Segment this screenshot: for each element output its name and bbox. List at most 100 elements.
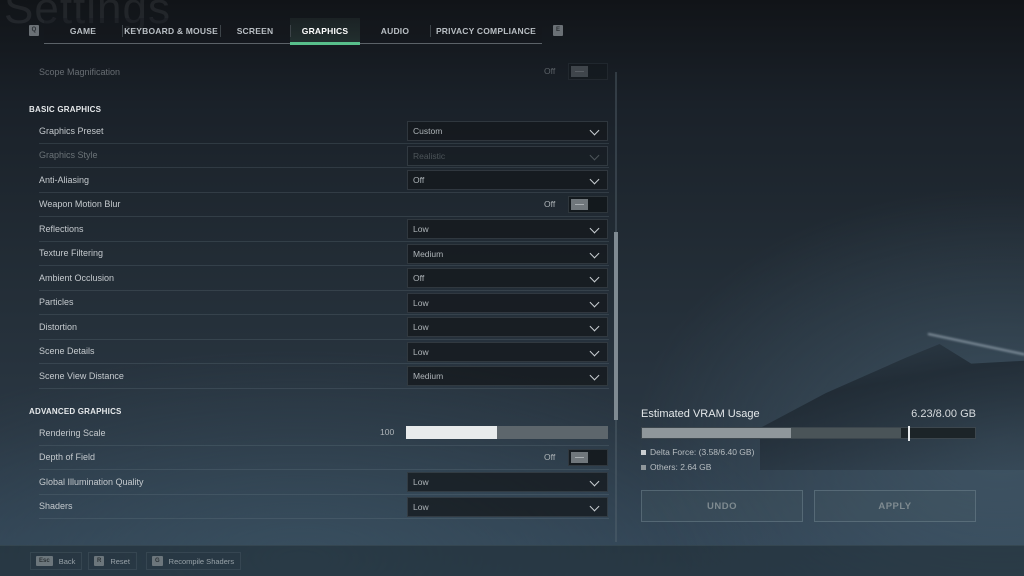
slider-fill bbox=[406, 426, 497, 439]
setting-row-depth-of-field: Depth of Field Off bbox=[39, 446, 609, 470]
next-tab-key-hint[interactable]: E bbox=[553, 25, 563, 36]
dropdown-value: Low bbox=[413, 346, 429, 357]
toggle-knob bbox=[571, 198, 588, 210]
vram-segment-game bbox=[642, 428, 792, 438]
scene-view-distance-dropdown[interactable]: Medium bbox=[407, 366, 608, 386]
setting-row-graphics-preset: Graphics Preset Custom bbox=[39, 119, 609, 144]
apply-button[interactable]: APPLY bbox=[814, 490, 976, 522]
setting-label: Global Illumination Quality bbox=[39, 476, 144, 487]
dropdown-value: Medium bbox=[413, 248, 444, 259]
setting-row-texture-filtering: Texture Filtering Medium bbox=[39, 242, 609, 266]
legend-swatch-game bbox=[641, 449, 646, 455]
chevron-down-icon bbox=[589, 501, 600, 511]
dropdown-value: Custom bbox=[413, 126, 443, 136]
chevron-down-icon bbox=[589, 125, 600, 136]
setting-row-ambient-occlusion: Ambient Occlusion Off bbox=[39, 266, 609, 291]
esc-key-icon: Esc bbox=[36, 556, 53, 566]
ambient-occlusion-dropdown[interactable]: Off bbox=[407, 268, 608, 288]
recompile-shaders-hint-button[interactable]: G Recompile Shaders bbox=[146, 552, 242, 570]
dropdown-value: Realistic bbox=[413, 150, 446, 161]
tab-audio[interactable]: AUDIO bbox=[360, 18, 430, 43]
vram-usage-bar bbox=[641, 426, 976, 441]
toggle-value: Off bbox=[544, 66, 556, 76]
chevron-down-icon bbox=[589, 321, 600, 332]
tab-keyboard-mouse[interactable]: KEYBOARD & MOUSE bbox=[122, 18, 220, 43]
tab-game[interactable]: GAME bbox=[44, 18, 122, 43]
setting-row-reflections: Reflections Low bbox=[39, 217, 609, 242]
dropdown-value: Medium bbox=[413, 371, 444, 381]
setting-label: Scope Magnification bbox=[39, 67, 121, 77]
setting-label: Ambient Occlusion bbox=[39, 272, 115, 283]
scene-details-dropdown[interactable]: Low bbox=[407, 341, 608, 362]
shaders-dropdown[interactable]: Low bbox=[407, 496, 608, 517]
chevron-down-icon bbox=[589, 297, 600, 307]
hint-label: Reset bbox=[110, 556, 130, 566]
texture-filtering-dropdown[interactable]: Medium bbox=[407, 243, 608, 264]
vram-usage-total: 6.23/8.00 GB bbox=[911, 408, 976, 420]
reflections-dropdown[interactable]: Low bbox=[407, 219, 608, 239]
setting-row-particles: Particles Low bbox=[39, 291, 609, 315]
setting-label: Graphics Preset bbox=[39, 125, 104, 136]
tab-graphics[interactable]: GRAPHICS bbox=[290, 18, 360, 45]
chevron-down-icon bbox=[589, 346, 600, 356]
scope-magnification-toggle[interactable] bbox=[568, 63, 608, 80]
hint-label: Recompile Shaders bbox=[168, 556, 235, 566]
toggle-knob bbox=[571, 66, 588, 77]
setting-row-scene-view-distance: Scene View Distance Medium bbox=[39, 364, 609, 389]
prev-tab-key-hint[interactable]: Q bbox=[29, 25, 39, 36]
global-illumination-quality-dropdown[interactable]: Low bbox=[407, 472, 608, 492]
setting-label: Distortion bbox=[39, 321, 78, 332]
undo-button[interactable]: UNDO bbox=[641, 490, 803, 522]
chevron-down-icon bbox=[589, 174, 600, 185]
setting-row-rendering-scale: Rendering Scale 100 bbox=[39, 421, 609, 446]
chevron-down-icon bbox=[589, 150, 600, 160]
graphics-preset-dropdown[interactable]: Custom bbox=[407, 121, 608, 141]
weapon-motion-blur-toggle[interactable] bbox=[568, 195, 608, 213]
vram-usage-title: Estimated VRAM Usage bbox=[641, 408, 760, 420]
vram-legend-others: Others: 2.64 GB bbox=[641, 462, 711, 472]
setting-label: Anti-Aliasing bbox=[39, 174, 90, 185]
scrollbar-thumb[interactable] bbox=[614, 231, 618, 420]
hint-label: Back bbox=[58, 556, 76, 566]
anti-aliasing-dropdown[interactable]: Off bbox=[407, 170, 608, 190]
setting-row-shaders: Shaders Low bbox=[39, 495, 609, 519]
setting-label: Scene Details bbox=[39, 346, 95, 357]
setting-row-weapon-motion-blur: Weapon Motion Blur Off bbox=[39, 193, 609, 217]
setting-row-graphics-style: Graphics Style Realistic bbox=[39, 144, 609, 168]
setting-label: Weapon Motion Blur bbox=[39, 199, 121, 210]
setting-row-scope-magnification: Scope Magnification Off bbox=[39, 62, 609, 82]
chevron-down-icon bbox=[589, 476, 600, 487]
distortion-dropdown[interactable]: Low bbox=[407, 317, 608, 337]
depth-of-field-toggle[interactable] bbox=[568, 448, 608, 466]
vram-segment-others bbox=[791, 428, 901, 438]
chevron-down-icon bbox=[589, 272, 600, 283]
setting-label: Shaders bbox=[39, 501, 73, 512]
r-key-icon: R bbox=[94, 556, 105, 566]
tab-privacy-compliance[interactable]: PRIVACY COMPLIANCE bbox=[430, 18, 542, 43]
dropdown-value: Off bbox=[413, 175, 425, 185]
setting-label: Rendering Scale bbox=[39, 427, 106, 438]
slider-value: 100 bbox=[380, 427, 395, 437]
setting-row-distortion: Distortion Low bbox=[39, 315, 609, 340]
particles-dropdown[interactable]: Low bbox=[407, 292, 608, 313]
tab-screen[interactable]: SCREEN bbox=[220, 18, 290, 43]
setting-label: Texture Filtering bbox=[39, 248, 104, 259]
dropdown-value: Low bbox=[413, 224, 429, 234]
setting-label: Depth of Field bbox=[39, 452, 96, 463]
chevron-down-icon bbox=[589, 223, 600, 234]
toggle-knob bbox=[571, 451, 588, 463]
reset-hint-button[interactable]: R Reset bbox=[88, 552, 137, 570]
dropdown-value: Off bbox=[413, 273, 425, 283]
section-title-advanced-graphics: ADVANCED GRAPHICS bbox=[29, 407, 122, 416]
setting-row-scene-details: Scene Details Low bbox=[39, 340, 609, 364]
setting-label: Reflections bbox=[39, 223, 84, 234]
setting-label: Scene View Distance bbox=[39, 370, 124, 381]
dropdown-value: Low bbox=[413, 477, 429, 487]
rendering-scale-slider[interactable] bbox=[406, 426, 608, 439]
vram-budget-marker bbox=[908, 426, 911, 441]
setting-row-anti-aliasing: Anti-Aliasing Off bbox=[39, 168, 609, 193]
chevron-down-icon bbox=[589, 370, 600, 381]
legend-label-game: Delta Force: (3.58/6.40 GB) bbox=[650, 447, 755, 457]
legend-swatch-others bbox=[641, 464, 646, 470]
back-hint-button[interactable]: Esc Back bbox=[30, 552, 83, 570]
